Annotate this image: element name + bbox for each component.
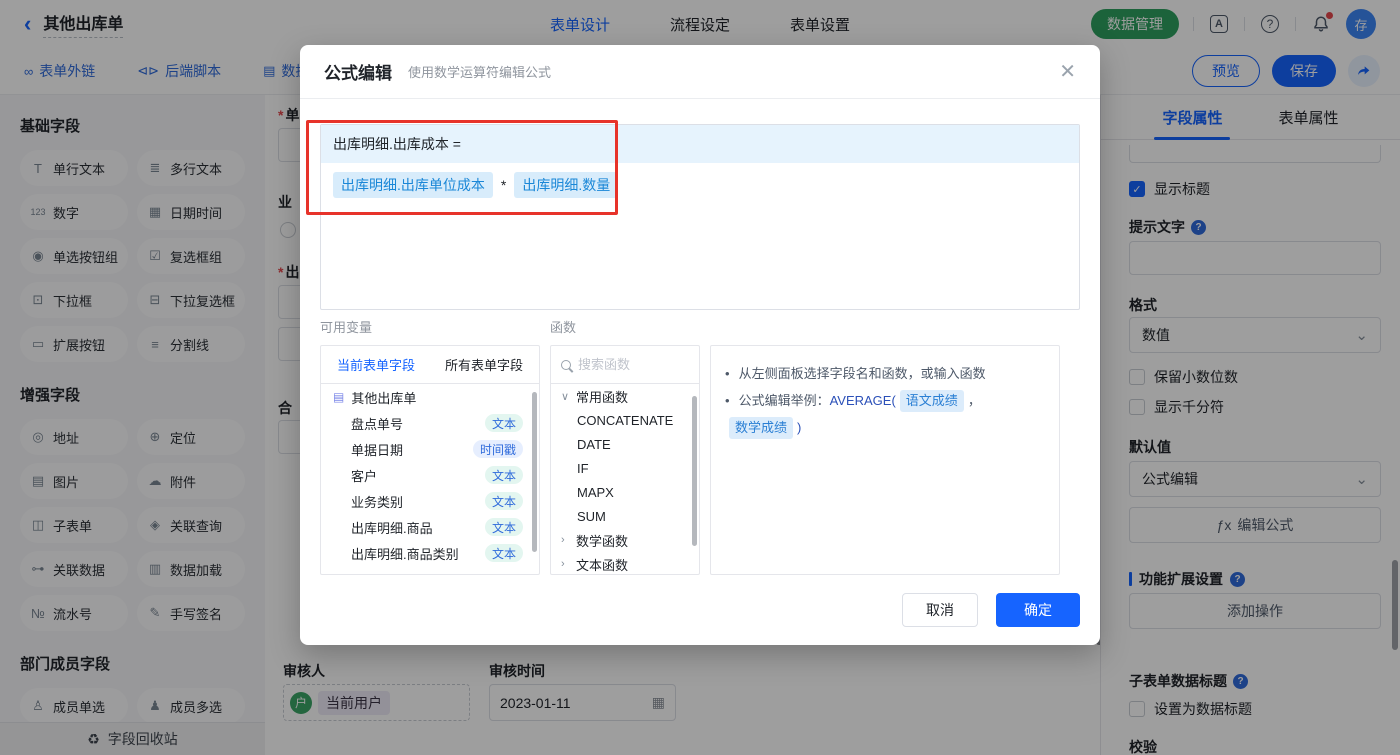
chevron-down-icon: ∨	[561, 390, 570, 403]
confirm-button[interactable]: 确定	[996, 593, 1080, 627]
functions-section-label: 函数	[550, 320, 577, 335]
function-group-label: 常用函数	[576, 389, 629, 405]
function-search-input[interactable]	[578, 357, 678, 372]
variable-type-badge: 文本	[484, 518, 523, 536]
tip-example-separator: ，	[967, 393, 981, 408]
function-group-label: 文本函数	[576, 557, 629, 573]
tab-current-form-fields[interactable]: 当前表单字段	[337, 355, 415, 374]
formula-operator: *	[500, 177, 507, 193]
variable-name: 单据日期	[351, 442, 404, 458]
variables-root-label: 其他出库单	[351, 390, 417, 406]
formula-expression: 出库明细.出库单位成本 * 出库明细.数量	[321, 163, 1079, 198]
app-window: ‹ 其他出库单 表单设计 流程设定 表单设置 数据管理 A ? 存 ∞ 表单外链 ⊲…	[0, 0, 1400, 755]
modal-subtitle: 使用数学运算符编辑公式	[408, 65, 552, 80]
variable-row-单据日期[interactable]: 单据日期 时间戳	[321, 436, 539, 462]
variable-name: 出库明细.商品类别	[351, 546, 459, 562]
function-item-SUM[interactable]: SUM	[551, 504, 699, 528]
variables-tabs: 当前表单字段 所有表单字段	[321, 346, 539, 384]
variable-name: 盘点单号	[351, 416, 404, 432]
bullet-icon: •	[725, 393, 730, 408]
function-item-CONCATENATE[interactable]: CONCATENATE	[551, 408, 699, 432]
tip-text-1: 从左侧面板选择字段名和函数，或输入函数	[738, 366, 986, 381]
formula-token-operand2[interactable]: 出库明细.数量	[514, 172, 619, 198]
variables-section-label: 可用变量	[320, 320, 373, 335]
tab-all-form-fields[interactable]: 所有表单字段	[445, 355, 523, 374]
variables-tree-root[interactable]: ▤ 其他出库单	[321, 384, 539, 410]
variable-type-badge: 文本	[484, 544, 523, 562]
tip-line-1: • 从左侧面板选择字段名和函数，或输入函数	[725, 360, 1045, 387]
functions-panel: ∨ 常用函数 CONCATENATEDATEIFMAPXSUM › 数学函数 › 文本函数	[550, 345, 700, 575]
tip-line-2: • 公式编辑举例： AVERAGE( 语文成绩 ， 数学成绩 )	[725, 387, 1045, 441]
tip-example-chip1: 语文成绩	[899, 389, 964, 412]
variable-name: 客户	[351, 468, 378, 484]
variable-row-客户[interactable]: 客户 文本	[321, 462, 539, 488]
variable-type-badge: 文本	[484, 492, 523, 510]
function-item-DATE[interactable]: DATE	[551, 432, 699, 456]
function-group-数学函数[interactable]: › 数学函数	[551, 528, 699, 552]
tip-example-func: AVERAGE(	[829, 393, 896, 408]
tip-example-chip2: 数学成绩	[729, 416, 794, 439]
functions-scrollbar[interactable]	[692, 396, 697, 546]
formula-token-operand1[interactable]: 出库明细.出库单位成本	[333, 172, 493, 198]
formula-editor-modal: 公式编辑 使用数学运算符编辑公式 ✕ 出库明细.出库成本 = 出库明细.出库单位…	[300, 45, 1100, 645]
close-icon[interactable]: ✕	[1059, 62, 1076, 82]
variables-panel: 当前表单字段 所有表单字段 ▤ 其他出库单 盘点单号 文本 单据日期 时间戳 客户 文本业…	[320, 345, 540, 575]
variable-name: 业务类别	[351, 494, 404, 510]
form-doc-icon: ▤	[333, 390, 345, 404]
variable-row-盘点单号[interactable]: 盘点单号 文本	[321, 410, 539, 436]
tip-example-prefix: 公式编辑举例：	[738, 393, 830, 408]
function-group-label: 数学函数	[576, 533, 629, 549]
formula-tips-panel: • 从左侧面板选择字段名和函数，或输入函数 • 公式编辑举例： AVERAGE(…	[710, 345, 1060, 575]
modal-header: 公式编辑 使用数学运算符编辑公式 ✕	[300, 45, 1100, 99]
bullet-icon: •	[725, 366, 730, 381]
chevron-right-icon: ›	[561, 534, 565, 546]
search-icon	[561, 359, 571, 370]
variable-name: 出库明细.商品	[351, 520, 433, 536]
formula-target-line: 出库明细.出库成本 =	[321, 125, 1079, 163]
function-item-IF[interactable]: IF	[551, 456, 699, 480]
modal-title: 公式编辑	[324, 64, 392, 83]
variable-row-出库明细.商品[interactable]: 出库明细.商品 文本	[321, 514, 539, 540]
chevron-right-icon: ›	[561, 558, 565, 570]
formula-editor-area[interactable]: 出库明细.出库成本 = 出库明细.出库单位成本 * 出库明细.数量	[320, 124, 1080, 310]
function-search[interactable]	[551, 346, 699, 384]
variable-type-badge: 文本	[484, 414, 523, 432]
variable-row-业务类别[interactable]: 业务类别 文本	[321, 488, 539, 514]
variable-type-badge: 时间戳	[472, 440, 523, 458]
cancel-button[interactable]: 取消	[902, 593, 978, 627]
function-item-MAPX[interactable]: MAPX	[551, 480, 699, 504]
tip-example-close: )	[797, 420, 802, 435]
variables-scrollbar[interactable]	[532, 392, 537, 552]
function-group-常用函数[interactable]: ∨ 常用函数	[551, 384, 699, 408]
variable-row-出库明细.商品类别[interactable]: 出库明细.商品类别 文本	[321, 540, 539, 566]
function-group-文本函数[interactable]: › 文本函数	[551, 552, 699, 574]
variable-type-badge: 文本	[484, 466, 523, 484]
